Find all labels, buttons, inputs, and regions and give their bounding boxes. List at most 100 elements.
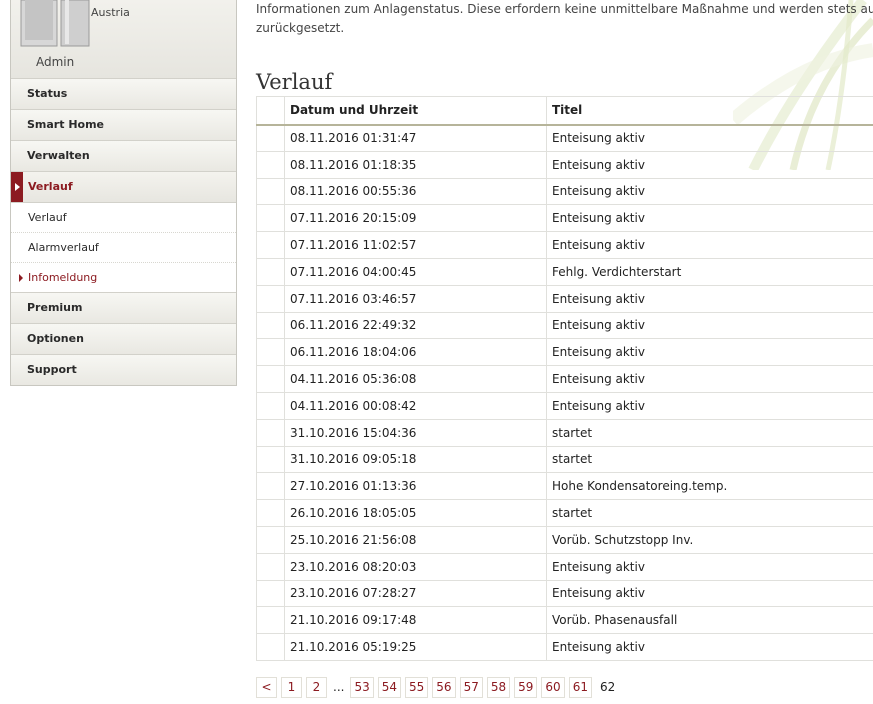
- menu-item-optionen[interactable]: Optionen: [11, 323, 236, 354]
- row-datetime: 07.11.2016 04:00:45: [284, 258, 547, 286]
- row-datetime: 06.11.2016 22:49:32: [284, 312, 547, 340]
- row-datetime: 31.10.2016 09:05:18: [284, 446, 547, 474]
- menu-item-verlauf[interactable]: Verlauf: [11, 171, 236, 202]
- pagination-page-link[interactable]: 59: [514, 676, 538, 698]
- row-datetime: 25.10.2016 21:56:08: [284, 526, 547, 554]
- row-title: Enteisung aktiv: [546, 285, 873, 313]
- menu-item-support[interactable]: Support: [11, 354, 236, 385]
- submenu-item-verlauf[interactable]: Verlauf: [11, 202, 236, 232]
- table-row[interactable]: 08.11.2016 01:18:35 Enteisung aktiv: [256, 151, 873, 179]
- pagination-page-link[interactable]: 58: [486, 676, 511, 698]
- table-row[interactable]: 07.11.2016 20:15:09 Enteisung aktiv: [256, 204, 873, 233]
- row-marker-cell: [256, 580, 285, 608]
- row-marker-cell: [256, 124, 285, 152]
- submenu-item-infomeldung-label: Infomeldung: [28, 271, 98, 284]
- header-title[interactable]: Titel: [546, 96, 873, 126]
- table-row[interactable]: 07.11.2016 11:02:57 Enteisung aktiv: [256, 231, 873, 259]
- pagination-page-link[interactable]: 55: [405, 676, 429, 698]
- row-title: Enteisung aktiv: [546, 553, 873, 581]
- device-country: Austria: [91, 6, 130, 19]
- pagination-ellipsis: ...: [331, 676, 347, 698]
- row-title: Vorüb. Phasenausfall: [546, 606, 873, 635]
- pagination-page-link[interactable]: 61: [568, 676, 592, 698]
- arrow-right-icon: [19, 274, 23, 282]
- menu-item-premium[interactable]: Premium: [11, 292, 236, 323]
- menu-item-status[interactable]: Status: [11, 78, 236, 109]
- row-datetime: 08.11.2016 01:31:47: [284, 124, 547, 152]
- row-title: Fehlg. Verdichterstart: [546, 258, 873, 286]
- row-title: Enteisung aktiv: [546, 365, 873, 393]
- row-datetime: 06.11.2016 18:04:06: [284, 338, 547, 367]
- sidebar: Austria Admin Status Smart Home Verwalte…: [10, 0, 237, 386]
- pagination-page-link[interactable]: 2: [306, 676, 327, 698]
- table-row[interactable]: 21.10.2016 09:17:48 Vorüb. Phasenausfall: [256, 606, 873, 635]
- table-row[interactable]: 07.11.2016 03:46:57 Enteisung aktiv: [256, 285, 873, 313]
- table-row[interactable]: 04.11.2016 00:08:42 Enteisung aktiv: [256, 392, 873, 420]
- row-title: Enteisung aktiv: [546, 312, 873, 340]
- table-row[interactable]: 25.10.2016 21:56:08 Vorüb. Schutzstopp In…: [256, 526, 873, 554]
- row-marker-cell: [256, 392, 285, 420]
- row-marker-cell: [256, 472, 285, 501]
- row-marker-cell: [256, 338, 285, 367]
- table-row[interactable]: 08.11.2016 01:31:47 Enteisung aktiv: [256, 124, 873, 152]
- row-title: startet: [546, 499, 873, 527]
- table-row[interactable]: 04.11.2016 05:36:08 Enteisung aktiv: [256, 365, 873, 393]
- table-row[interactable]: 06.11.2016 22:49:32 Enteisung aktiv: [256, 312, 873, 340]
- row-datetime: 26.10.2016 18:05:05: [284, 499, 547, 527]
- pagination-page-link[interactable]: 56: [432, 676, 456, 698]
- menu-item-verwalten[interactable]: Verwalten: [11, 140, 236, 171]
- device-profile: Austria Admin: [10, 0, 237, 78]
- row-title: Enteisung aktiv: [546, 392, 873, 420]
- row-title: Enteisung aktiv: [546, 633, 873, 661]
- info-text-line-1: Informationen zum Anlagenstatus. Diese e…: [256, 2, 873, 16]
- row-marker-cell: [256, 312, 285, 340]
- row-marker-cell: [256, 526, 285, 554]
- row-title: Enteisung aktiv: [546, 231, 873, 259]
- row-title: startet: [546, 419, 873, 447]
- row-marker-cell: [256, 258, 285, 286]
- row-title: Enteisung aktiv: [546, 151, 873, 179]
- header-select: [256, 96, 285, 126]
- row-datetime: 23.10.2016 07:28:27: [284, 580, 547, 608]
- table-row[interactable]: 08.11.2016 00:55:36 Enteisung aktiv: [256, 178, 873, 206]
- main-menu: Status Smart Home Verwalten Verlauf Verl…: [10, 78, 237, 386]
- table-row[interactable]: 23.10.2016 07:28:27 Enteisung aktiv: [256, 580, 873, 608]
- main-content: Informationen zum Anlagenstatus. Diese e…: [256, 0, 873, 698]
- row-marker-cell: [256, 365, 285, 393]
- row-marker-cell: [256, 285, 285, 313]
- table-row[interactable]: 07.11.2016 04:00:45 Fehlg. Verdichterstar…: [256, 258, 873, 286]
- table-row[interactable]: 06.11.2016 18:04:06 Enteisung aktiv: [256, 338, 873, 367]
- row-title: Enteisung aktiv: [546, 178, 873, 206]
- pagination-page-link[interactable]: 1: [281, 676, 302, 698]
- row-title: Enteisung aktiv: [546, 124, 873, 152]
- row-datetime: 08.11.2016 00:55:36: [284, 178, 547, 206]
- table-row[interactable]: 23.10.2016 08:20:03 Enteisung aktiv: [256, 553, 873, 581]
- table-row[interactable]: 31.10.2016 09:05:18 startet: [256, 446, 873, 474]
- table-row[interactable]: 26.10.2016 18:05:05 startet: [256, 499, 873, 527]
- submenu-item-infomeldung[interactable]: Infomeldung: [11, 262, 236, 292]
- table-row[interactable]: 21.10.2016 05:19:25 Enteisung aktiv: [256, 633, 873, 661]
- table-header-row: Datum und Uhrzeit Titel: [256, 96, 873, 126]
- row-datetime: 31.10.2016 15:04:36: [284, 419, 547, 447]
- submenu-item-alarmverlauf[interactable]: Alarmverlauf: [11, 232, 236, 262]
- pagination-page-link[interactable]: 54: [377, 676, 402, 698]
- row-marker-cell: [256, 553, 285, 581]
- row-marker-cell: [256, 606, 285, 635]
- table-row[interactable]: 27.10.2016 01:13:36 Hohe Kondensatoreing.…: [256, 472, 873, 501]
- row-title: Enteisung aktiv: [546, 338, 873, 367]
- table-row[interactable]: 31.10.2016 15:04:36 startet: [256, 419, 873, 447]
- row-title: Vorüb. Schutzstopp Inv.: [546, 526, 873, 554]
- pagination-prev-button[interactable]: <: [256, 676, 277, 698]
- pagination-page-link[interactable]: 53: [350, 676, 374, 698]
- menu-item-smart-home[interactable]: Smart Home: [11, 109, 236, 140]
- pagination: <1 2... 53 54 55 56 57 58 59 60 61 62: [256, 676, 873, 698]
- row-marker-cell: [256, 231, 285, 259]
- row-datetime: 23.10.2016 08:20:03: [284, 553, 547, 581]
- pagination-page-link[interactable]: 60: [541, 676, 565, 698]
- row-marker-cell: [256, 633, 285, 661]
- row-datetime: 08.11.2016 01:18:35: [284, 151, 547, 179]
- header-datetime[interactable]: Datum und Uhrzeit: [284, 96, 547, 126]
- pagination-page-link[interactable]: 57: [459, 676, 483, 698]
- row-marker-cell: [256, 204, 285, 233]
- row-marker-cell: [256, 419, 285, 447]
